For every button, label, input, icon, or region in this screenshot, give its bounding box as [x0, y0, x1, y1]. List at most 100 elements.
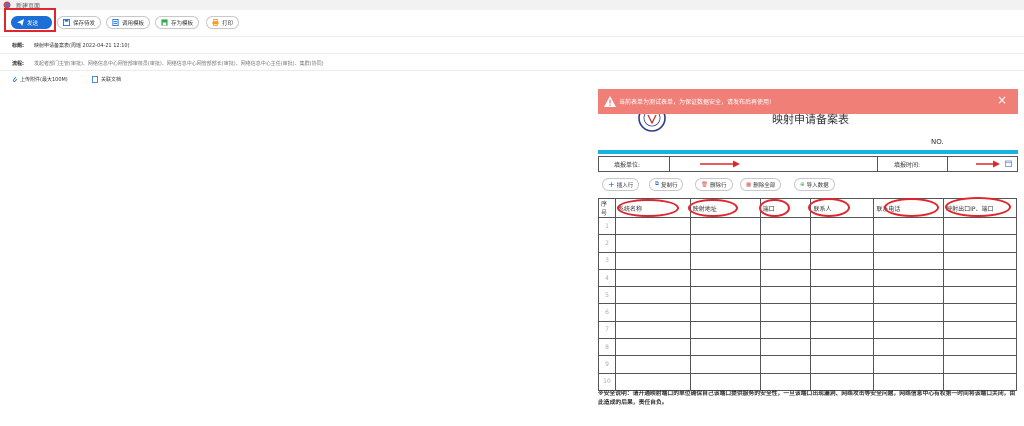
load-template-label: 调用模板	[122, 20, 145, 27]
save-icon	[63, 19, 70, 26]
table-cell-input[interactable]	[810, 372, 875, 391]
divider	[0, 36, 1024, 37]
import-data-button[interactable]: ⊕ 导入数据	[794, 178, 835, 191]
table-cell-input[interactable]	[614, 251, 691, 270]
table-cell-input[interactable]	[759, 268, 812, 288]
row-number: 10	[598, 372, 616, 391]
delete-all-button[interactable]: ▦ 删除全部	[740, 178, 782, 191]
table-cell-input[interactable]	[873, 355, 945, 374]
print-button[interactable]: 打印	[206, 16, 240, 29]
table-cell-input[interactable]	[873, 303, 945, 322]
table-cell-input[interactable]	[614, 234, 691, 253]
table-cell-input[interactable]	[943, 268, 1017, 288]
table-cell-input[interactable]	[759, 251, 812, 270]
table-cell-input[interactable]	[614, 338, 691, 357]
related-doc-link[interactable]: 关联文档	[92, 76, 121, 83]
table-row: 7	[598, 320, 1017, 340]
close-icon[interactable]: ×	[997, 93, 1007, 107]
save-template-button[interactable]: 存为模板	[155, 16, 200, 29]
flow-value[interactable]: 发起者部门主管(审批)、网络信息中心网管部审核员(审批)、网络信息中心网管部部长…	[34, 60, 324, 67]
table-cell-input[interactable]	[810, 355, 875, 374]
table-cell-input[interactable]	[810, 234, 875, 253]
table-cell-input[interactable]	[614, 355, 691, 374]
table-cell-input[interactable]	[759, 286, 812, 305]
table-cell-input[interactable]	[689, 216, 761, 236]
table-cell-input[interactable]	[810, 216, 875, 236]
row-number: 3	[598, 251, 616, 270]
table-cell-input[interactable]	[873, 372, 945, 391]
load-template-button[interactable]: 调用模板	[106, 16, 151, 29]
table-cell-input[interactable]	[689, 372, 761, 391]
table-cell-input[interactable]	[810, 251, 875, 270]
table-cell-input[interactable]	[943, 320, 1017, 340]
table-cell-input[interactable]	[810, 268, 875, 288]
table-cell-input[interactable]	[689, 251, 761, 270]
subject-input[interactable]: 映射申请备案表(周瑶 2022-04-21 12:10)	[34, 42, 130, 49]
table-cell-input[interactable]	[873, 268, 945, 288]
insert-row-button[interactable]: + 插入行	[602, 178, 640, 191]
copy-row-button[interactable]: ⧉ 复制行	[649, 178, 684, 191]
toolbar: 发送 保存待发 调用模板 存为模板 打印	[0, 10, 1024, 35]
unit-input[interactable]	[670, 157, 878, 171]
table-cell-input[interactable]	[759, 372, 812, 391]
save-draft-label: 保存待发	[73, 20, 96, 27]
table-cell-input[interactable]	[614, 320, 691, 340]
table-cell-input[interactable]	[759, 320, 812, 340]
divider	[0, 53, 1024, 54]
table-cell-input[interactable]	[759, 355, 812, 374]
table-cell-input[interactable]	[689, 286, 761, 305]
table-row: 9	[598, 355, 1017, 374]
table-cell-input[interactable]	[943, 216, 1017, 236]
table-cell-input[interactable]	[614, 268, 691, 288]
table-cell-input[interactable]	[614, 303, 691, 322]
calendar-icon[interactable]	[1005, 160, 1012, 167]
row-number: 4	[598, 268, 616, 288]
table-cell-input[interactable]	[810, 303, 875, 322]
paperclip-icon	[12, 76, 18, 82]
table-cell-input[interactable]	[873, 320, 945, 340]
table-cell-input[interactable]	[759, 338, 812, 357]
delete-all-label: 删除全部	[753, 182, 776, 189]
highlight-box	[4, 8, 56, 32]
table-cell-input[interactable]	[943, 303, 1017, 322]
table-cell-input[interactable]	[873, 216, 945, 236]
table-cell-input[interactable]	[689, 338, 761, 357]
table-cell-input[interactable]	[873, 338, 945, 357]
table-cell-input[interactable]	[759, 234, 812, 253]
table-cell-input[interactable]	[689, 268, 761, 288]
table-cell-input[interactable]	[614, 216, 691, 236]
table-cell-input[interactable]	[689, 355, 761, 374]
column-header: 序号	[598, 198, 616, 218]
table-cell-input[interactable]	[873, 286, 945, 305]
table-cell-input[interactable]	[810, 286, 875, 305]
table-cell-input[interactable]	[943, 338, 1017, 357]
table-cell-input[interactable]	[943, 234, 1017, 253]
save-draft-button[interactable]: 保存待发	[57, 16, 102, 29]
table-cell-input[interactable]	[810, 320, 875, 340]
table-cell-input[interactable]	[689, 320, 761, 340]
copy-row-label: 复制行	[660, 182, 678, 189]
table-cell-input[interactable]	[943, 355, 1017, 374]
template-icon	[112, 19, 119, 26]
table-cell-input[interactable]	[810, 338, 875, 357]
time-input[interactable]	[948, 157, 1017, 171]
divider	[0, 70, 1024, 71]
table-cell-input[interactable]	[759, 303, 812, 322]
table-cell-input[interactable]	[943, 251, 1017, 270]
copy-icon: ⧉	[655, 181, 659, 187]
table-cell-input[interactable]	[614, 372, 691, 391]
number-label: NO.	[931, 138, 944, 146]
table-cell-input[interactable]	[759, 216, 812, 236]
delete-row-button[interactable]: 🗑 删除行	[695, 178, 733, 191]
table-cell-input[interactable]	[943, 286, 1017, 305]
upload-attachment-link[interactable]: 上传附件(最大100M)	[12, 76, 68, 83]
table-cell-input[interactable]	[873, 234, 945, 253]
table-cell-input[interactable]	[943, 372, 1017, 391]
time-label-cell: 填报时间:	[878, 157, 948, 171]
table-row: 3	[598, 251, 1017, 270]
table-cell-input[interactable]	[689, 303, 761, 322]
trash-icon: 🗑	[701, 181, 708, 188]
table-cell-input[interactable]	[873, 251, 945, 270]
table-cell-input[interactable]	[614, 286, 691, 305]
table-cell-input[interactable]	[689, 234, 761, 253]
